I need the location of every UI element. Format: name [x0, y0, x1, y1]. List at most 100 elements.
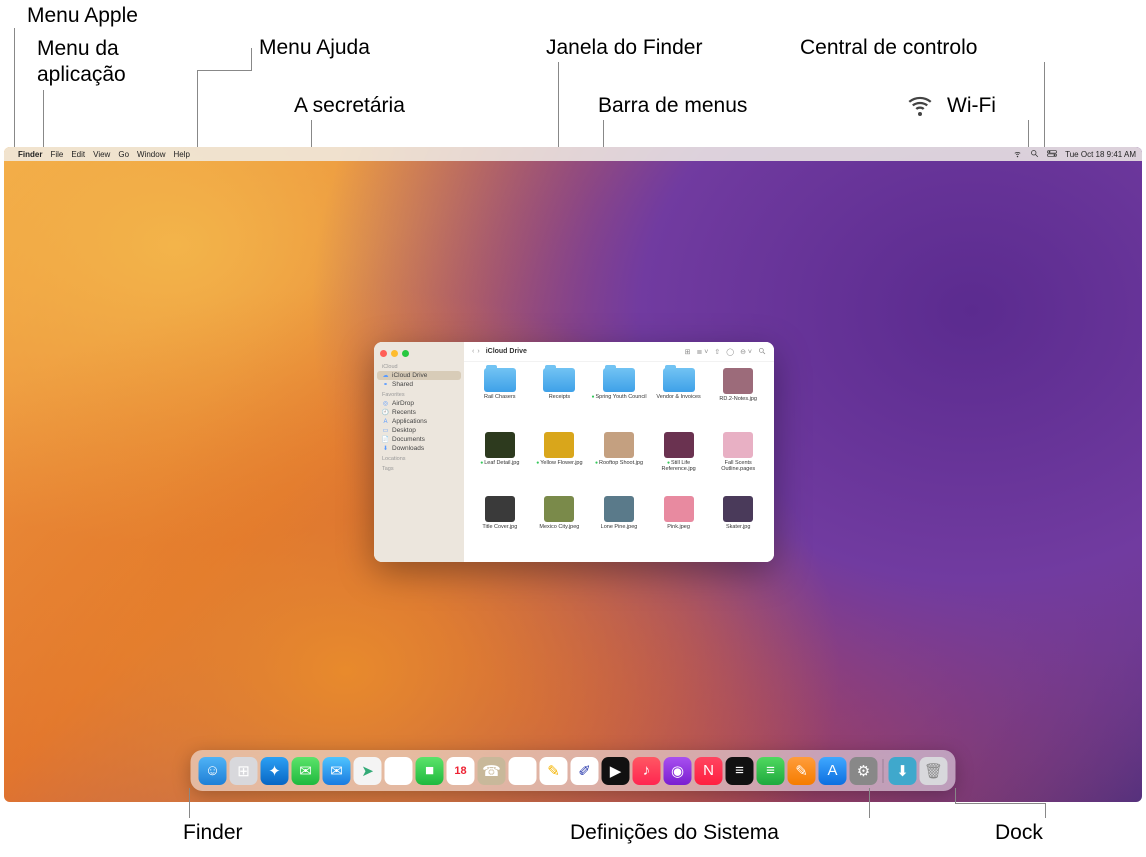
view-icons-button[interactable]: ⊞ [685, 348, 691, 356]
file-item[interactable]: Skater.jpg [710, 496, 766, 556]
dock-trash-icon[interactable]: 🗑 [920, 757, 948, 785]
dock-mail-icon[interactable]: ✉ [323, 757, 351, 785]
close-button[interactable] [380, 350, 387, 357]
action-button[interactable]: ⊖ ˅ [740, 348, 752, 356]
minimize-button[interactable] [391, 350, 398, 357]
dock-photos-icon[interactable]: ❀ [385, 757, 413, 785]
dock-freeform-icon[interactable]: ✐ [571, 757, 599, 785]
menu-help[interactable]: Help [173, 150, 189, 159]
menubar-datetime[interactable]: Tue Oct 18 9:41 AM [1065, 150, 1136, 159]
callout-menu-app: Menu da aplicação [37, 36, 126, 89]
control-center-icon[interactable] [1047, 149, 1057, 160]
file-item[interactable]: Lone Pine.jpeg [591, 496, 647, 556]
dock-maps-icon[interactable]: ➤ [354, 757, 382, 785]
down-icon: ⬇ [382, 445, 389, 452]
sidebar-item-downloads[interactable]: ⬇Downloads [374, 444, 464, 453]
file-item[interactable]: Still Life Reference.jpg [651, 432, 707, 492]
menu-file[interactable]: File [50, 150, 63, 159]
forward-button[interactable]: › [477, 348, 479, 355]
dock: ☺⊞✦✉✉➤❀■18☎☑✎✐▶♪◉N≡≡✎A⚙⬇🗑 [191, 750, 956, 791]
wifi-status-icon[interactable] [1013, 149, 1022, 160]
dock-downloads-icon[interactable]: ⬇ [889, 757, 917, 785]
sidebar-item-icloud-drive[interactable]: ☁iCloud Drive [377, 371, 461, 380]
file-item[interactable]: Receipts [532, 368, 588, 428]
leader-line [197, 70, 198, 150]
cloud-icon: ☁ [382, 372, 389, 379]
folder-icon [543, 368, 575, 392]
dock-stocks-icon[interactable]: ≡ [726, 757, 754, 785]
file-label: Lone Pine.jpeg [601, 524, 638, 530]
sidebar-item-label: AirDrop [392, 400, 414, 407]
dock-messages-icon[interactable]: ✉ [292, 757, 320, 785]
app-menu[interactable]: Finder [18, 150, 42, 159]
sidebar-item-shared[interactable]: ⚭Shared [374, 380, 464, 389]
sidebar-item-label: iCloud Drive [392, 372, 427, 379]
callout-finder: Finder [183, 821, 243, 845]
file-item[interactable]: Mexico City.jpeg [532, 496, 588, 556]
dock-podcasts-icon[interactable]: ◉ [664, 757, 692, 785]
share-button[interactable]: ⇧ [714, 348, 720, 356]
spotlight-icon[interactable] [1030, 149, 1039, 160]
tag-button[interactable]: ◯ [726, 348, 734, 356]
file-item[interactable]: Vendor & Invoices [651, 368, 707, 428]
dock-facetime-icon[interactable]: ■ [416, 757, 444, 785]
file-item[interactable]: RD.2-Notes.jpg [710, 368, 766, 428]
file-item[interactable]: Rail Chasers [472, 368, 528, 428]
file-item[interactable]: Fall Scents Outline.pages [710, 432, 766, 492]
dock-calendar-icon[interactable]: 18 [447, 757, 475, 785]
image-thumbnail [544, 432, 574, 458]
file-item[interactable]: Pink.jpeg [651, 496, 707, 556]
sidebar-item-documents[interactable]: 📄Documents [374, 435, 464, 444]
file-item[interactable]: Rooftop Shoot.jpg [591, 432, 647, 492]
wifi-icon [908, 94, 932, 124]
dock-finder-icon[interactable]: ☺ [199, 757, 227, 785]
shared-icon: ⚭ [382, 381, 389, 388]
file-item[interactable]: Spring Youth Council [591, 368, 647, 428]
zoom-button[interactable] [402, 350, 409, 357]
dock-system-settings-icon[interactable]: ⚙ [850, 757, 878, 785]
dock-tv-icon[interactable]: ▶ [602, 757, 630, 785]
menu-edit[interactable]: Edit [71, 150, 85, 159]
finder-main: ‹ › iCloud Drive ⊞ ≣ ˅ ⇧ ◯ ⊖ ˅ Rail Chas… [464, 342, 774, 562]
file-label: Rooftop Shoot.jpg [595, 460, 643, 466]
folder-icon [484, 368, 516, 392]
dock-news-icon[interactable]: N [695, 757, 723, 785]
finder-window[interactable]: iCloud☁iCloud Drive⚭SharedFavorites◎AirD… [374, 342, 774, 562]
finder-icon-grid: Rail Chasers ReceiptsSpring Youth Council… [464, 362, 774, 562]
file-item[interactable]: Leaf Detail.jpg [472, 432, 528, 492]
menu-view[interactable]: View [93, 150, 110, 159]
leader-line [869, 788, 870, 818]
leader-line [251, 48, 252, 70]
dock-launchpad-icon[interactable]: ⊞ [230, 757, 258, 785]
finder-title: iCloud Drive [486, 348, 527, 355]
leader-line [1045, 803, 1046, 818]
dock-music-icon[interactable]: ♪ [633, 757, 661, 785]
sidebar-item-applications[interactable]: AApplications [374, 417, 464, 426]
menu-go[interactable]: Go [118, 150, 129, 159]
callout-menu-help: Menu Ajuda [259, 36, 370, 60]
sidebar-item-airdrop[interactable]: ◎AirDrop [374, 399, 464, 408]
search-button[interactable] [758, 347, 766, 357]
dock-app-store-icon[interactable]: A [819, 757, 847, 785]
dock-notes-icon[interactable]: ✎ [540, 757, 568, 785]
dock-safari-icon[interactable]: ✦ [261, 757, 289, 785]
dock-reminders-icon[interactable]: ☑ [509, 757, 537, 785]
dock-contacts-icon[interactable]: ☎ [478, 757, 506, 785]
file-item[interactable]: Title Cover.jpg [472, 496, 528, 556]
menu-window[interactable]: Window [137, 150, 165, 159]
image-thumbnail [664, 432, 694, 458]
back-button[interactable]: ‹ [472, 348, 474, 355]
window-traffic-lights [374, 346, 464, 361]
callout-desktop: A secretária [294, 94, 405, 118]
dock-numbers-icon[interactable]: ≡ [757, 757, 785, 785]
sidebar-item-recents[interactable]: 🕘Recents [374, 408, 464, 417]
dock-pages-icon[interactable]: ✎ [788, 757, 816, 785]
sidebar-section-label: Tags [374, 463, 464, 473]
leader-line [197, 70, 252, 71]
group-button[interactable]: ≣ ˅ [696, 348, 708, 356]
file-item[interactable]: Yellow Flower.jpg [532, 432, 588, 492]
file-label: Rail Chasers [484, 394, 515, 400]
sidebar-item-desktop[interactable]: ▭Desktop [374, 426, 464, 435]
leader-line [43, 90, 44, 148]
callout-dock: Dock [995, 821, 1043, 845]
